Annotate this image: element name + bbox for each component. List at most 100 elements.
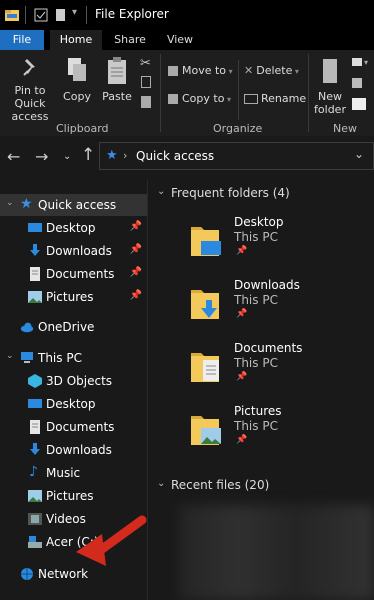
move-to-icon bbox=[168, 66, 178, 76]
content-pane: ⌄ Frequent folders (4) Desktop This PC 📌… bbox=[149, 180, 374, 600]
new-folder-button[interactable]: New folder bbox=[311, 56, 349, 116]
star-icon: ★ bbox=[20, 196, 33, 212]
frequent-folder-pictures[interactable]: Pictures This PC 📌 bbox=[189, 404, 369, 462]
sidebar-item-pc-pictures[interactable]: Pictures bbox=[0, 485, 148, 507]
expand-chevron-icon[interactable]: ⌄ bbox=[6, 198, 14, 208]
paste-shortcut-icon[interactable] bbox=[141, 96, 151, 108]
pin-icon: 📌 bbox=[129, 221, 142, 232]
back-arrow-icon[interactable]: ← bbox=[7, 147, 20, 166]
sidebar-item-documents[interactable]: Documents 📌 bbox=[0, 263, 148, 285]
title-bar: ▾ File Explorer bbox=[0, 0, 374, 30]
folder-name: Pictures bbox=[234, 404, 282, 418]
rename-button[interactable]: Rename bbox=[244, 92, 306, 105]
rename-icon bbox=[244, 94, 258, 104]
paste-label: Paste bbox=[102, 90, 132, 103]
sidebar-item-music[interactable]: ♪ Music bbox=[0, 462, 148, 484]
folder-name: Documents bbox=[234, 341, 303, 355]
desktop-icon bbox=[28, 399, 42, 408]
sidebar-item-pictures[interactable]: Pictures 📌 bbox=[0, 286, 148, 308]
up-arrow-icon[interactable]: ↑ bbox=[81, 145, 95, 165]
forward-arrow-icon[interactable]: → bbox=[35, 147, 48, 166]
folder-documents-icon bbox=[191, 353, 219, 382]
move-to-button[interactable]: Move to ▾ bbox=[168, 64, 233, 77]
sidebar-item-desktop[interactable]: Desktop 📌 bbox=[0, 217, 148, 239]
copy-to-icon bbox=[168, 94, 178, 104]
sidebar-item-label: Documents bbox=[46, 420, 115, 434]
folder-app-icon bbox=[5, 10, 19, 21]
breadcrumb-chevron-icon[interactable]: › bbox=[208, 149, 212, 162]
sidebar-item-label: This PC bbox=[38, 351, 82, 365]
pin-icon: 📌 bbox=[236, 435, 248, 445]
new-folder-quick-icon[interactable] bbox=[53, 7, 69, 23]
sidebar-item-onedrive[interactable]: OneDrive bbox=[0, 316, 148, 338]
address-location[interactable]: Quick access bbox=[136, 149, 214, 163]
hard-drive-icon bbox=[28, 536, 42, 548]
recent-files-header[interactable]: Recent files (20) bbox=[171, 478, 269, 492]
recent-files-blurred-list bbox=[179, 505, 374, 600]
ribbon: Pin to Quick access Copy Paste ✂ Clipboa… bbox=[0, 50, 374, 136]
expand-chevron-icon[interactable]: ⌄ bbox=[6, 351, 14, 361]
pin-to-quick-access-button[interactable]: Pin to Quick access bbox=[0, 56, 60, 123]
download-arrow-icon bbox=[30, 244, 40, 256]
frequent-folders-header[interactable]: Frequent folders (4) bbox=[171, 186, 290, 200]
sidebar-item-quick-access[interactable]: ⌄ ★ Quick access bbox=[0, 194, 148, 216]
pin-icon: 📌 bbox=[129, 267, 142, 278]
folder-pictures-icon bbox=[191, 416, 221, 445]
annotation-arrow-icon bbox=[76, 515, 147, 566]
group-clipboard-label: Clipboard bbox=[56, 122, 109, 135]
music-note-icon: ♪ bbox=[29, 464, 38, 480]
pin-icon: 📌 bbox=[236, 372, 248, 382]
folder-location: This PC bbox=[234, 230, 278, 244]
delete-label: Delete bbox=[256, 64, 293, 77]
address-bar[interactable]: ★ › Quick access › ⌄ bbox=[99, 142, 374, 170]
properties-ribbon-icon[interactable] bbox=[352, 98, 366, 110]
pin-label-line2: access bbox=[11, 110, 49, 123]
paste-icon bbox=[108, 57, 126, 84]
copy-button[interactable]: Copy bbox=[62, 56, 92, 103]
move-to-label: Move to bbox=[182, 64, 227, 77]
group-new-label: New bbox=[333, 122, 357, 135]
ribbon-tabs: File Home Share View bbox=[0, 30, 374, 50]
delete-button[interactable]: ✕ Delete ▾ bbox=[244, 64, 299, 77]
tab-view[interactable]: View bbox=[158, 30, 202, 50]
copy-to-button[interactable]: Copy to ▾ bbox=[168, 92, 231, 105]
pin-label-line1: Pin to Quick bbox=[14, 84, 46, 110]
cut-icon[interactable]: ✂ bbox=[140, 56, 151, 71]
tab-file[interactable]: File bbox=[0, 30, 44, 50]
delete-icon: ✕ bbox=[244, 64, 254, 77]
group-organize-label: Organize bbox=[213, 122, 263, 135]
tab-share[interactable]: Share bbox=[105, 30, 155, 50]
sidebar-item-label: Pictures bbox=[46, 489, 94, 503]
sidebar-item-downloads[interactable]: Downloads 📌 bbox=[0, 240, 148, 262]
frequent-folder-downloads[interactable]: Downloads This PC 📌 bbox=[189, 278, 369, 336]
sidebar-item-pc-documents[interactable]: Documents bbox=[0, 416, 148, 438]
collapse-chevron-icon[interactable]: ⌄ bbox=[157, 478, 165, 489]
easy-access-icon[interactable] bbox=[352, 78, 362, 88]
customize-toolbar-icon[interactable]: ▾ bbox=[72, 7, 77, 18]
breadcrumb-chevron-icon[interactable]: › bbox=[123, 149, 127, 162]
folder-downloads-icon bbox=[191, 290, 219, 319]
folder-location: This PC bbox=[234, 293, 278, 307]
address-dropdown-icon[interactable]: ⌄ bbox=[354, 147, 364, 161]
sidebar-item-label: Downloads bbox=[46, 443, 112, 457]
sidebar-item-label: OneDrive bbox=[38, 320, 95, 334]
frequent-folder-documents[interactable]: Documents This PC 📌 bbox=[189, 341, 369, 399]
sidebar-item-label: Music bbox=[46, 466, 81, 480]
paste-button[interactable]: Paste bbox=[100, 56, 134, 103]
copy-icon bbox=[68, 58, 86, 81]
new-item-icon[interactable] bbox=[352, 58, 362, 66]
pin-icon bbox=[23, 59, 35, 76]
desktop-icon bbox=[28, 223, 42, 232]
recent-locations-chevron-icon[interactable]: ⌄ bbox=[63, 151, 71, 162]
sidebar-item-3d-objects[interactable]: 3D Objects bbox=[0, 370, 148, 392]
copy-path-icon[interactable] bbox=[141, 76, 151, 88]
properties-icon[interactable] bbox=[33, 7, 49, 23]
folder-name: Desktop bbox=[234, 215, 284, 229]
pictures-icon bbox=[28, 490, 42, 502]
frequent-folder-desktop[interactable]: Desktop This PC 📌 bbox=[189, 215, 369, 273]
sidebar-item-pc-desktop[interactable]: Desktop bbox=[0, 393, 148, 415]
collapse-chevron-icon[interactable]: ⌄ bbox=[157, 186, 165, 197]
sidebar-item-pc-downloads[interactable]: Downloads bbox=[0, 439, 148, 461]
tab-home[interactable]: Home bbox=[50, 30, 102, 50]
sidebar-item-this-pc[interactable]: ⌄ This PC bbox=[0, 347, 148, 369]
